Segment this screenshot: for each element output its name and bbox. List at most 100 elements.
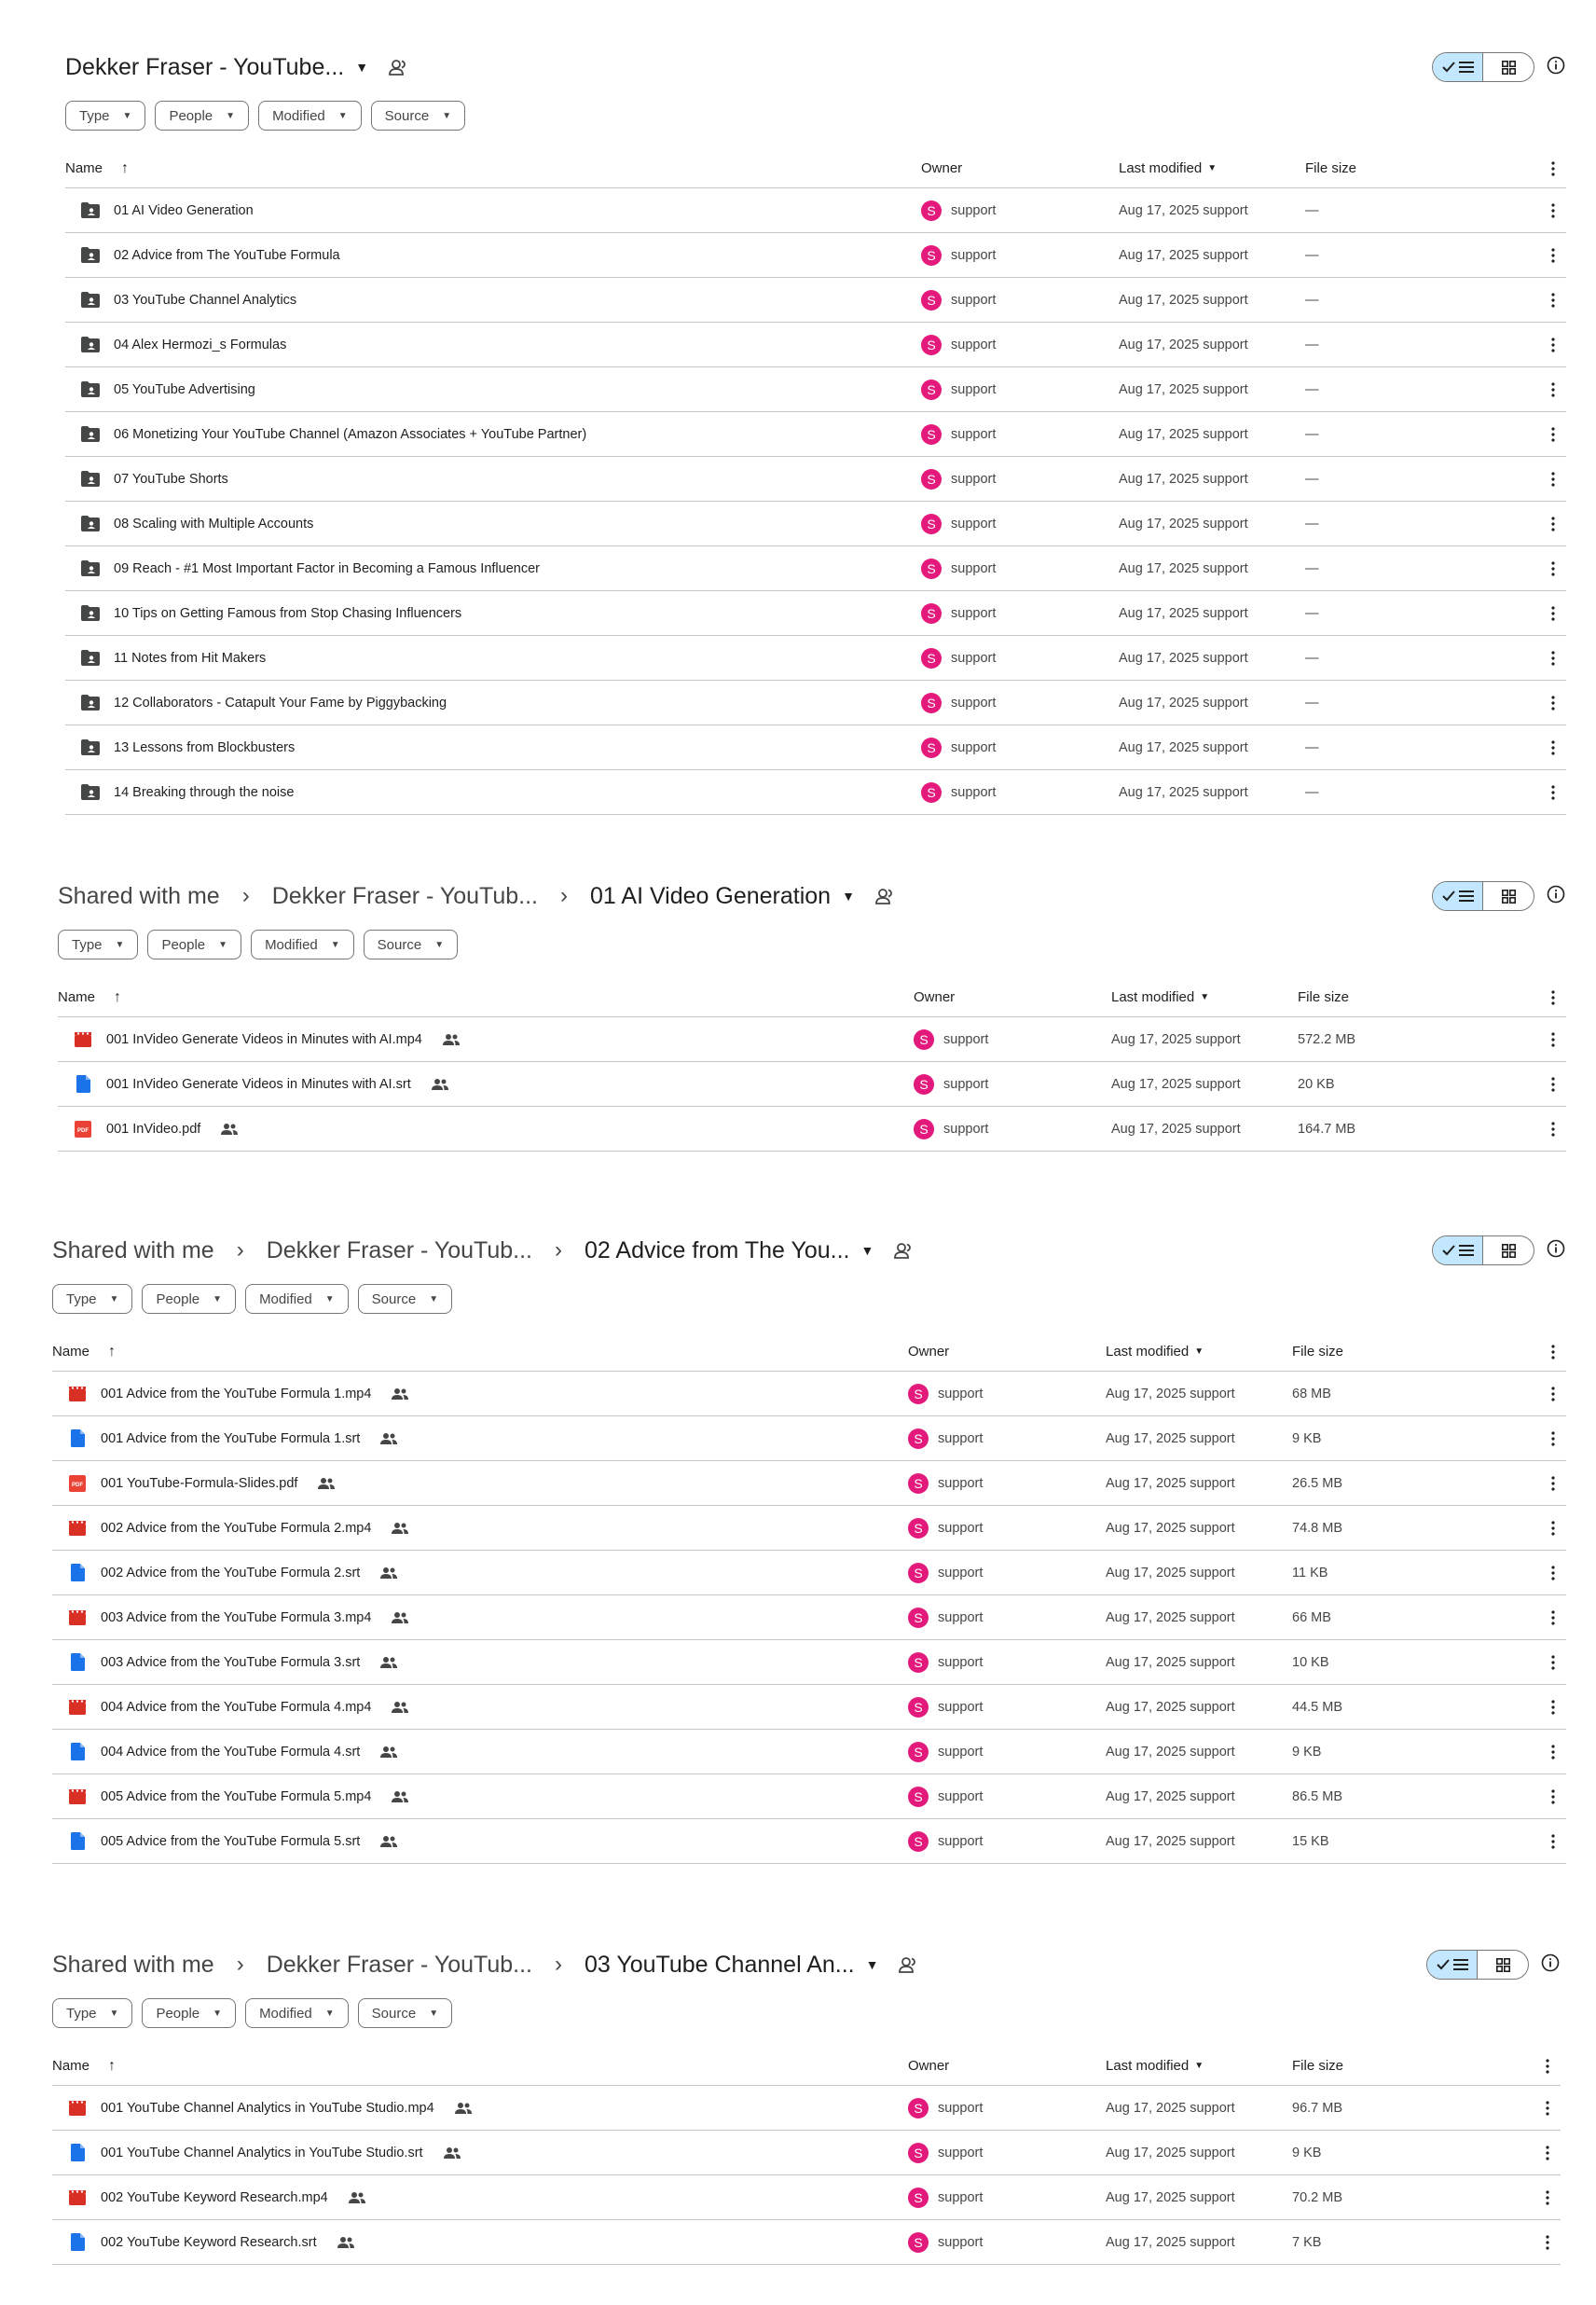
caret-down-icon[interactable]: ▼ bbox=[860, 1243, 874, 1258]
file-name[interactable]: 001 Advice from the YouTube Formula 1.sr… bbox=[101, 1431, 360, 1446]
list-view-button[interactable] bbox=[1433, 882, 1483, 910]
table-row[interactable]: 07 YouTube Shorts Ssupport Aug 17, 2025 su… bbox=[65, 457, 1566, 502]
more-options-icon[interactable] bbox=[1538, 2145, 1557, 2160]
more-options-icon[interactable] bbox=[1538, 2058, 1557, 2074]
file-name[interactable]: 001 InVideo Generate Videos in Minutes w… bbox=[106, 1032, 422, 1047]
file-name[interactable]: 09 Reach - #1 Most Important Factor in B… bbox=[114, 561, 540, 576]
page-title[interactable]: 01 AI Video Generation bbox=[590, 883, 831, 910]
sort-up-arrow-icon[interactable]: ↑ bbox=[108, 1344, 116, 1360]
more-options-icon[interactable] bbox=[1544, 292, 1562, 308]
table-row[interactable]: 001 InVideo Generate Videos in Minutes w… bbox=[58, 1062, 1566, 1107]
more-options-icon[interactable] bbox=[1544, 160, 1562, 176]
breadcrumb-item[interactable]: Dekker Fraser - YouTub... bbox=[267, 1237, 532, 1264]
more-options-icon[interactable] bbox=[1544, 1699, 1562, 1715]
more-options-icon[interactable] bbox=[1544, 1609, 1562, 1625]
filter-chip-modified[interactable]: Modified ▼ bbox=[251, 930, 354, 959]
more-options-icon[interactable] bbox=[1544, 989, 1562, 1005]
table-row[interactable]: 004 Advice from the YouTube Formula 4.mp… bbox=[52, 1685, 1566, 1730]
page-title[interactable]: 02 Advice from The You... bbox=[585, 1237, 849, 1264]
caret-down-icon[interactable]: ▼ bbox=[355, 60, 368, 75]
more-options-icon[interactable] bbox=[1544, 1430, 1562, 1446]
table-row[interactable]: 001 YouTube Channel Analytics in YouTube… bbox=[52, 2086, 1561, 2131]
table-row[interactable]: 001 YouTube Channel Analytics in YouTube… bbox=[52, 2131, 1561, 2175]
table-row[interactable]: 08 Scaling with Multiple Accounts Ssuppor… bbox=[65, 502, 1566, 546]
last-modified-column-header[interactable]: Last modified ▼ bbox=[1106, 2058, 1204, 2074]
more-options-icon[interactable] bbox=[1544, 1520, 1562, 1536]
name-column-header[interactable]: Name ↑ bbox=[65, 160, 129, 177]
table-row[interactable]: 12 Collaborators - Catapult Your Fame by… bbox=[65, 681, 1566, 725]
more-options-icon[interactable] bbox=[1544, 739, 1562, 755]
table-row[interactable]: 002 Advice from the YouTube Formula 2.sr… bbox=[52, 1551, 1566, 1595]
more-options-icon[interactable] bbox=[1538, 2189, 1557, 2205]
grid-view-button[interactable] bbox=[1483, 53, 1534, 81]
more-options-icon[interactable] bbox=[1544, 784, 1562, 800]
grid-view-button[interactable] bbox=[1483, 1236, 1534, 1264]
list-view-button[interactable] bbox=[1427, 1951, 1478, 1979]
table-row[interactable]: 001 InVideo Generate Videos in Minutes w… bbox=[58, 1017, 1566, 1062]
file-name[interactable]: 02 Advice from The YouTube Formula bbox=[114, 248, 340, 263]
table-row[interactable]: 09 Reach - #1 Most Important Factor in B… bbox=[65, 546, 1566, 591]
sort-up-arrow-icon[interactable]: ↑ bbox=[114, 989, 121, 1006]
filter-chip-modified[interactable]: Modified ▼ bbox=[245, 1284, 349, 1314]
more-options-icon[interactable] bbox=[1544, 1475, 1562, 1491]
file-name[interactable]: 004 Advice from the YouTube Formula 4.sr… bbox=[101, 1745, 360, 1760]
file-name[interactable]: 08 Scaling with Multiple Accounts bbox=[114, 517, 313, 531]
more-options-icon[interactable] bbox=[1544, 1565, 1562, 1580]
filter-chip-source[interactable]: Source ▼ bbox=[370, 101, 466, 131]
caret-down-icon[interactable]: ▼ bbox=[866, 1957, 879, 1972]
more-options-icon[interactable] bbox=[1544, 1121, 1562, 1137]
table-row[interactable]: PDF 001 InVideo.pdf Ssupport Aug 17, 2025 s… bbox=[58, 1107, 1566, 1152]
last-modified-column-header[interactable]: Last modified ▼ bbox=[1119, 160, 1217, 176]
sort-up-arrow-icon[interactable]: ↑ bbox=[121, 160, 129, 177]
file-name[interactable]: 001 YouTube-Formula-Slides.pdf bbox=[101, 1476, 297, 1491]
more-options-icon[interactable] bbox=[1544, 337, 1562, 352]
breadcrumb-item[interactable]: Shared with me bbox=[52, 1237, 214, 1264]
file-name[interactable]: 12 Collaborators - Catapult Your Fame by… bbox=[114, 696, 447, 711]
file-name[interactable]: 005 Advice from the YouTube Formula 5.mp… bbox=[101, 1789, 371, 1804]
more-options-icon[interactable] bbox=[1544, 1654, 1562, 1670]
filter-chip-source[interactable]: Source ▼ bbox=[357, 1284, 453, 1314]
more-options-icon[interactable] bbox=[1544, 605, 1562, 621]
last-modified-column-header[interactable]: Last modified ▼ bbox=[1106, 1344, 1204, 1360]
table-row[interactable]: 004 Advice from the YouTube Formula 4.sr… bbox=[52, 1730, 1566, 1774]
more-options-icon[interactable] bbox=[1544, 471, 1562, 487]
more-options-icon[interactable] bbox=[1544, 1076, 1562, 1092]
file-name[interactable]: 06 Monetizing Your YouTube Channel (Amaz… bbox=[114, 427, 586, 442]
table-row[interactable]: 05 YouTube Advertising Ssupport Aug 17, 20… bbox=[65, 367, 1566, 412]
filter-chip-type[interactable]: Type ▼ bbox=[65, 101, 146, 131]
table-row[interactable]: 002 YouTube Keyword Research.srt Ssupport… bbox=[52, 2220, 1561, 2265]
grid-view-button[interactable] bbox=[1483, 882, 1534, 910]
table-row[interactable]: 005 Advice from the YouTube Formula 5.sr… bbox=[52, 1819, 1566, 1864]
info-icon[interactable] bbox=[1546, 55, 1566, 76]
table-row[interactable]: PDF 001 YouTube-Formula-Slides.pdf Ssuppor… bbox=[52, 1461, 1566, 1506]
table-row[interactable]: 10 Tips on Getting Famous from Stop Chas… bbox=[65, 591, 1566, 636]
filter-chip-people[interactable]: People ▼ bbox=[142, 1284, 237, 1314]
filter-chip-modified[interactable]: Modified ▼ bbox=[245, 1998, 349, 2028]
list-view-button[interactable] bbox=[1433, 53, 1483, 81]
filter-chip-people[interactable]: People ▼ bbox=[142, 1998, 237, 2028]
list-view-button[interactable] bbox=[1433, 1236, 1483, 1264]
more-options-icon[interactable] bbox=[1544, 560, 1562, 576]
table-row[interactable]: 002 YouTube Keyword Research.mp4 Ssupport… bbox=[52, 2175, 1561, 2220]
more-options-icon[interactable] bbox=[1544, 516, 1562, 531]
table-row[interactable]: 003 Advice from the YouTube Formula 3.sr… bbox=[52, 1640, 1566, 1685]
more-options-icon[interactable] bbox=[1544, 650, 1562, 666]
file-name[interactable]: 002 Advice from the YouTube Formula 2.sr… bbox=[101, 1566, 360, 1580]
file-name[interactable]: 003 Advice from the YouTube Formula 3.mp… bbox=[101, 1610, 371, 1625]
sort-up-arrow-icon[interactable]: ↑ bbox=[108, 2058, 116, 2075]
file-name[interactable]: 001 YouTube Channel Analytics in YouTube… bbox=[101, 2101, 434, 2116]
more-options-icon[interactable] bbox=[1538, 2234, 1557, 2250]
table-row[interactable]: 04 Alex Hermozi_s Formulas Ssupport Aug 17… bbox=[65, 323, 1566, 367]
page-title[interactable]: 03 YouTube Channel An... bbox=[585, 1952, 855, 1979]
last-modified-column-header[interactable]: Last modified ▼ bbox=[1111, 989, 1209, 1005]
more-options-icon[interactable] bbox=[1544, 1031, 1562, 1047]
file-name[interactable]: 05 YouTube Advertising bbox=[114, 382, 255, 397]
more-options-icon[interactable] bbox=[1544, 1788, 1562, 1804]
filter-chip-type[interactable]: Type ▼ bbox=[52, 1998, 133, 2028]
table-row[interactable]: 06 Monetizing Your YouTube Channel (Amaz… bbox=[65, 412, 1566, 457]
file-name[interactable]: 001 Advice from the YouTube Formula 1.mp… bbox=[101, 1387, 371, 1401]
file-name[interactable]: 14 Breaking through the noise bbox=[114, 785, 294, 800]
file-name[interactable]: 004 Advice from the YouTube Formula 4.mp… bbox=[101, 1700, 371, 1715]
table-row[interactable]: 03 YouTube Channel Analytics Ssupport Aug … bbox=[65, 278, 1566, 323]
more-options-icon[interactable] bbox=[1544, 1833, 1562, 1849]
